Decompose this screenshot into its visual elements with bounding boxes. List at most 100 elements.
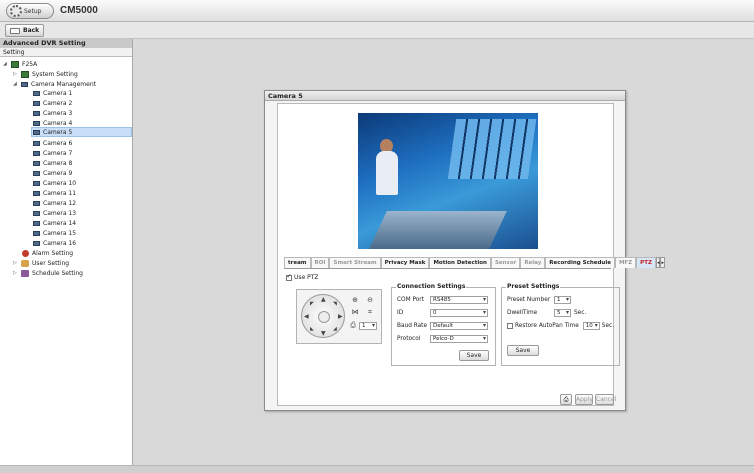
- tab-recording-schedule[interactable]: Recording Schedule: [545, 257, 615, 268]
- camera-icon: [33, 160, 40, 166]
- tree-camera-13[interactable]: Camera 13: [33, 208, 76, 218]
- arrow-down-right-icon[interactable]: ◢: [333, 326, 337, 332]
- tree-camera-7[interactable]: Camera 7: [33, 148, 72, 158]
- arrow-down-left-icon[interactable]: ◣: [310, 326, 314, 332]
- tree-camera-16[interactable]: Camera 16: [33, 238, 76, 248]
- preset-settings-group: Preset Settings Preset Number 1 DwellTim…: [501, 283, 620, 366]
- arrow-up-left-icon[interactable]: ◤: [310, 301, 314, 307]
- tab-sensor[interactable]: Sensor: [490, 257, 521, 268]
- tab-ptz[interactable]: PTZ: [636, 257, 656, 268]
- tree-label: Camera 2: [43, 99, 73, 107]
- tree-label: Camera 10: [43, 179, 77, 187]
- tree-label: Camera 3: [43, 109, 73, 117]
- tab-smart-stream[interactable]: Smart Stream: [329, 257, 381, 268]
- expand-icon: ▷: [13, 71, 17, 77]
- dvr-icon: [11, 60, 19, 68]
- protocol-label: Protocol: [397, 336, 421, 342]
- camera-icon: [33, 90, 40, 96]
- tree-root-label: F25A: [22, 60, 38, 68]
- tree-camera-2[interactable]: Camera 2: [33, 98, 72, 108]
- preset-settings-title: Preset Settings: [506, 283, 561, 290]
- tree-label: Camera 1: [43, 89, 73, 97]
- preset-number-select[interactable]: 1: [554, 296, 571, 304]
- focus-far-icon[interactable]: ⌗: [365, 308, 375, 317]
- id-select[interactable]: 0: [430, 309, 488, 317]
- tab-mfz[interactable]: MFZ: [614, 257, 637, 268]
- restore-autopan-checkbox[interactable]: [507, 323, 513, 329]
- tree-camera-8[interactable]: Camera 8: [33, 158, 72, 168]
- camera-icon: [33, 110, 40, 116]
- settings-sidebar: Advanced DVR Setting Setting ◢ F25A ▷ Sy…: [0, 39, 133, 465]
- tab-motion-detection[interactable]: Motion Detection: [429, 257, 491, 268]
- joystick-center: [318, 311, 330, 323]
- tree-camera-5[interactable]: Camera 5: [31, 127, 132, 137]
- com-port-label: COM Port: [397, 297, 424, 303]
- zoom-in-icon[interactable]: ⊕: [350, 296, 360, 305]
- tree-camera-3[interactable]: Camera 3: [33, 108, 72, 118]
- tree-camera-12[interactable]: Camera 12: [33, 198, 76, 208]
- setup-button[interactable]: Setup: [6, 3, 54, 19]
- tree-label: Schedule Setting: [32, 269, 83, 277]
- dwell-time-label: DwellTime: [507, 310, 538, 316]
- preset-save-button[interactable]: Save: [507, 345, 539, 356]
- tree-camera-9[interactable]: Camera 9: [33, 168, 72, 178]
- tree-camera-11[interactable]: Camera 11: [33, 188, 76, 198]
- tab-relay[interactable]: Relay: [520, 257, 546, 268]
- tab-privacy-mask[interactable]: Privacy Mask: [380, 257, 430, 268]
- arrow-up-icon[interactable]: ▲: [321, 296, 326, 303]
- tree-label: Alarm Setting: [32, 249, 74, 257]
- tree-label: Camera Management: [31, 80, 96, 88]
- focus-near-icon[interactable]: ⋈: [350, 308, 360, 317]
- ptz-joystick[interactable]: ▲ ▼ ◀ ▶ ◤ ◥ ◣ ◢: [301, 294, 345, 338]
- schedule-icon: [21, 269, 29, 277]
- use-ptz-label: Use PTZ: [294, 274, 319, 281]
- print-icon[interactable]: ⎙: [560, 394, 572, 405]
- preset-go-icon[interactable]: ⎙: [348, 321, 358, 330]
- com-port-select[interactable]: RS485: [430, 296, 488, 304]
- expand-icon: ▷: [13, 270, 17, 276]
- tree-label: Camera 15: [43, 229, 77, 237]
- tree-user-setting[interactable]: ▷ User Setting: [13, 258, 69, 268]
- camera-icon: [33, 170, 40, 176]
- back-button[interactable]: Back: [5, 24, 44, 37]
- arrow-up-right-icon[interactable]: ◥: [333, 301, 337, 307]
- tree-label: Camera 8: [43, 159, 73, 167]
- arrow-right-icon[interactable]: ▶: [338, 313, 343, 320]
- tree-camera-1[interactable]: Camera 1: [33, 88, 72, 98]
- baud-rate-select[interactable]: Default: [430, 322, 488, 330]
- arrow-down-icon[interactable]: ▼: [321, 330, 326, 337]
- protocol-select[interactable]: Pelco-D: [430, 335, 488, 343]
- dwell-time-select[interactable]: 5: [554, 309, 571, 317]
- connection-save-button[interactable]: Save: [459, 350, 489, 361]
- apply-button[interactable]: Apply: [575, 394, 593, 405]
- tree-alarm-setting[interactable]: Alarm Setting: [22, 248, 73, 258]
- camera-icon: [33, 210, 40, 216]
- tree-camera-14[interactable]: Camera 14: [33, 218, 76, 228]
- tab-roi[interactable]: ROI: [310, 257, 330, 268]
- ptz-preset-select[interactable]: 1: [359, 322, 377, 330]
- tree-label: Camera 11: [43, 189, 77, 197]
- tree-root[interactable]: ◢ F25A: [3, 59, 37, 69]
- cancel-button[interactable]: Cancel: [595, 394, 616, 405]
- tree-camera-15[interactable]: Camera 15: [33, 228, 76, 238]
- use-ptz-checkbox[interactable]: Use PTZ: [286, 273, 319, 281]
- tree-label: Camera 7: [43, 149, 73, 157]
- dialog-content: tream ROI Smart Stream Privacy Mask Moti…: [277, 103, 665, 406]
- tab-stream[interactable]: tream: [284, 257, 311, 268]
- tree-system-setting[interactable]: ▷ System Setting: [13, 69, 78, 79]
- zoom-out-icon[interactable]: ⊖: [365, 296, 375, 305]
- tab-scroll-right-icon[interactable]: ▸: [660, 257, 665, 268]
- tree-schedule-setting[interactable]: ▷ Schedule Setting: [13, 268, 83, 278]
- tree-camera-10[interactable]: Camera 10: [33, 178, 76, 188]
- arrow-left-icon[interactable]: ◀: [304, 313, 309, 320]
- expand-icon: ▷: [13, 260, 17, 266]
- camera-icon: [33, 180, 40, 186]
- restore-autopan-label: Restore AutoPan Time: [515, 323, 579, 329]
- tree-camera-6[interactable]: Camera 6: [33, 138, 72, 148]
- camera-icon: [33, 140, 40, 146]
- sidebar-subheader: Setting: [0, 48, 132, 57]
- camera-icon: [33, 129, 40, 135]
- connection-settings-group: Connection Settings COM Port RS485 ID 0 …: [391, 283, 496, 366]
- tree-label: System Setting: [32, 70, 78, 78]
- restore-autopan-input[interactable]: 10: [582, 322, 600, 330]
